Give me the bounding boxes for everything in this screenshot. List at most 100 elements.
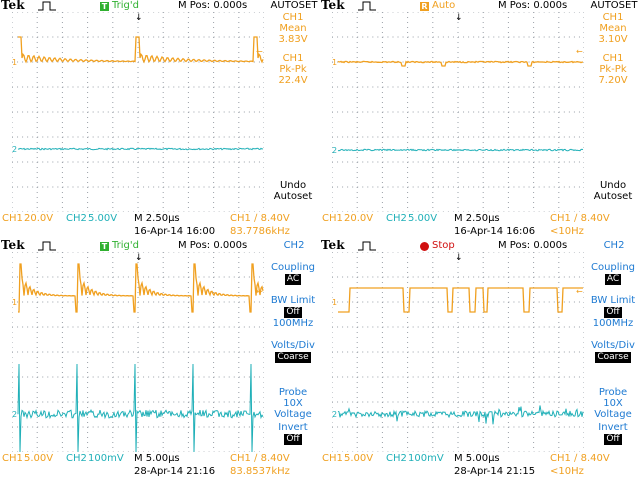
- graticule-dot: [538, 111, 540, 113]
- measurement-value: 3.10V: [598, 34, 628, 45]
- graticule-dot: [538, 326, 540, 328]
- graticule-dot: [253, 401, 255, 403]
- graticule-dot: [36, 342, 38, 343]
- graticule-dot: [17, 326, 19, 328]
- undo-autoset-button[interactable]: Undo Autoset: [268, 180, 318, 202]
- graticule-dot: [337, 252, 339, 253]
- graticule-dot: [107, 161, 109, 163]
- brand-label: Tek: [321, 0, 345, 12]
- graticule-dot: [112, 111, 114, 113]
- graticule-dot: [97, 252, 99, 253]
- graticule-dot: [578, 351, 580, 353]
- graticule-dot: [253, 111, 255, 113]
- undo-autoset-button[interactable]: Undo Autoset: [588, 180, 638, 202]
- graticule-dot: [342, 136, 344, 138]
- graticule-dot: [42, 36, 44, 38]
- graticule-dot: [583, 97, 584, 98]
- graticule-dot: [533, 272, 535, 273]
- graticule-dot: [362, 111, 364, 113]
- graticule-dot: [473, 351, 475, 353]
- graticule-dot: [223, 301, 225, 303]
- graticule-dot: [137, 357, 139, 358]
- graticule-dot: [558, 42, 560, 43]
- bw-limit-value: Off: [284, 307, 302, 318]
- graticule-dot: [356, 97, 358, 98]
- graticule-dot: [356, 102, 358, 103]
- graticule-dot: [342, 426, 344, 428]
- graticule-dot: [187, 122, 189, 123]
- graticule-dot: [402, 426, 404, 428]
- graticule-dot: [47, 36, 49, 38]
- graticule-dot: [223, 86, 225, 88]
- graticule-dot: [381, 282, 383, 283]
- graticule-dot: [12, 192, 13, 193]
- graticule-dot: [463, 376, 465, 378]
- graticule-dot: [458, 276, 459, 278]
- graticule-dot: [87, 122, 89, 123]
- graticule-dot: [112, 387, 114, 388]
- graticule-dot: [162, 42, 164, 43]
- graticule-dot: [381, 177, 383, 178]
- graticule-dot: [32, 111, 34, 113]
- graticule-dot: [538, 186, 540, 188]
- graticule-dot: [132, 252, 134, 253]
- graticule-dot: [153, 111, 155, 113]
- graticule-dot: [553, 186, 555, 188]
- bw-limit-button[interactable]: BW Limit Off 100MHz: [588, 295, 638, 329]
- measurement-ch1-mean: CH1 Mean 3.83V: [268, 12, 318, 45]
- graticule-dot: [543, 276, 545, 278]
- volts-div-button[interactable]: Volts/Div Coarse: [588, 340, 638, 363]
- graticule-dot: [533, 257, 535, 258]
- trigger-level: CH1 ∕ 8.40V: [230, 453, 290, 464]
- graticule-dot: [332, 287, 333, 288]
- graticule-dot: [381, 182, 383, 183]
- bw-limit-button[interactable]: BW Limit Off 100MHz: [268, 295, 318, 329]
- graticule-dot: [507, 262, 509, 263]
- graticule-dot: [87, 342, 89, 343]
- graticule-dot: [92, 276, 94, 278]
- graticule-dot: [543, 426, 545, 428]
- graticule-dot: [533, 367, 535, 368]
- invert-button[interactable]: Invert Off: [268, 422, 318, 445]
- graticule-dot: [422, 301, 424, 303]
- graticule-dot: [513, 12, 515, 13]
- graticule-dot: [137, 117, 139, 118]
- graticule-dot: [263, 322, 264, 323]
- brand-label: Tek: [321, 240, 345, 252]
- graticule-dot: [218, 326, 220, 328]
- graticule-dot: [356, 182, 358, 183]
- graticule-dot: [432, 157, 434, 158]
- graticule-dot: [183, 301, 185, 303]
- graticule-dot: [342, 252, 344, 253]
- graticule-dot: [87, 107, 89, 108]
- graticule-dot: [37, 111, 39, 113]
- graticule-dot: [568, 351, 570, 353]
- graticule-dot: [432, 317, 434, 318]
- graticule-dot: [387, 276, 389, 278]
- graticule-dot: [482, 442, 484, 443]
- graticule-dot: [87, 117, 89, 118]
- volts-div-button[interactable]: Volts/Div Coarse: [268, 340, 318, 363]
- coupling-button[interactable]: Coupling AC: [588, 262, 638, 285]
- graticule-dot: [447, 376, 449, 378]
- coupling-button[interactable]: Coupling AC: [268, 262, 318, 285]
- graticule-dot: [61, 42, 63, 43]
- graticule-dot: [223, 326, 225, 328]
- graticule-dot: [258, 136, 260, 138]
- graticule-dot: [573, 276, 575, 278]
- graticule-dot: [457, 347, 459, 348]
- invert-button[interactable]: Invert Off: [588, 422, 638, 445]
- graticule-dot: [356, 392, 358, 393]
- graticule-dot: [263, 442, 264, 443]
- graticule-dot: [187, 132, 189, 133]
- graticule-dot: [213, 17, 215, 18]
- graticule-dot: [138, 351, 139, 353]
- graticule-dot: [432, 347, 434, 348]
- graticule-dot: [457, 32, 459, 33]
- graticule-dot: [36, 332, 38, 333]
- graticule-dot: [463, 301, 465, 303]
- graticule-dot: [523, 86, 525, 88]
- graticule-dot: [332, 387, 333, 388]
- graticule-dot: [568, 111, 570, 113]
- graticule-dot: [87, 387, 89, 388]
